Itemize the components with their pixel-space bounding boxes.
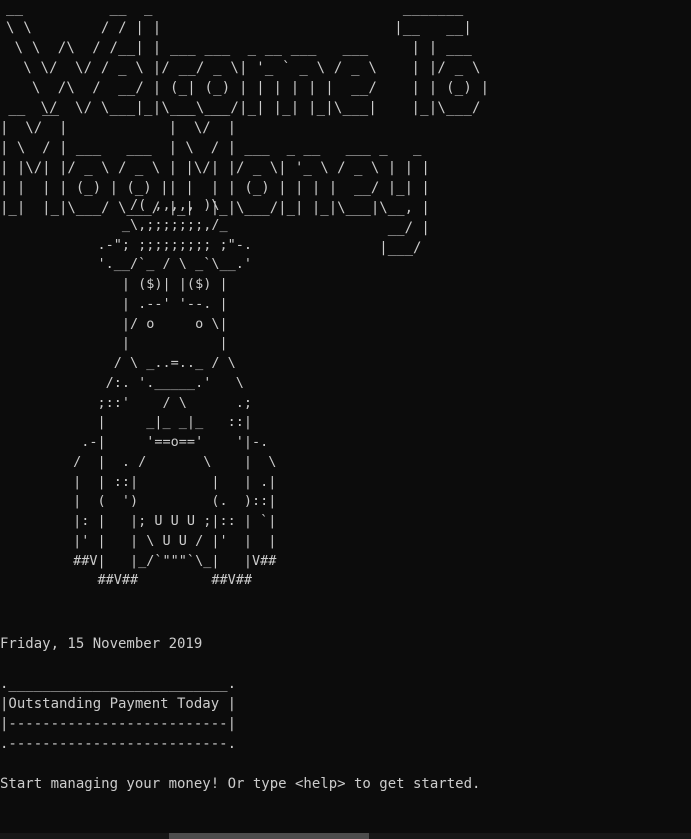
prompt-line: Start managing your money! Or type <help…	[0, 776, 481, 792]
date-line: Friday, 15 November 2019	[0, 636, 203, 652]
cow-mascot-ascii-art: /( ,,,,, )\ _\,;;;;;;;,/_ .-"; ;;;;;;;;;…	[73, 197, 277, 589]
outstanding-payment-box: .__________________________. |Outstandin…	[0, 676, 237, 752]
scrollbar-thumb[interactable]	[169, 833, 369, 839]
horizontal-scrollbar[interactable]	[0, 833, 691, 839]
console-window: __ __ _ _______ \ \ / / | | |__ __| \ \ …	[0, 0, 691, 839]
